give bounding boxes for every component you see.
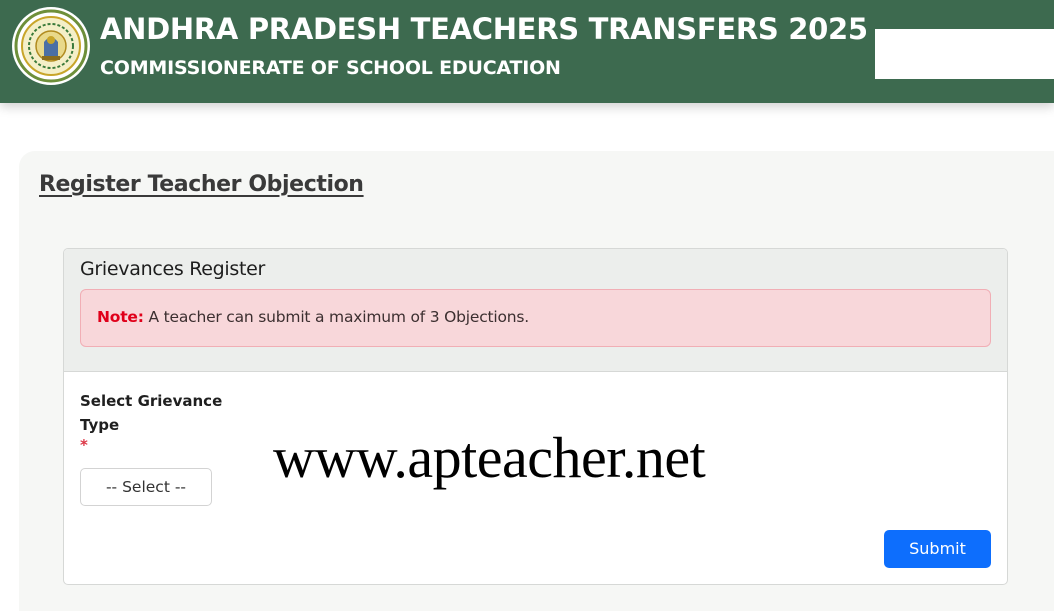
page-title: Register Teacher Objection <box>39 172 364 197</box>
alert-text: Note: A teacher can submit a maximum of … <box>97 308 529 326</box>
ap-state-emblem-icon <box>12 7 90 85</box>
app-header: ANDHRA PRADESH TEACHERS TRANSFERS 2025 C… <box>0 0 1054 103</box>
alert-note-label: Note: <box>97 308 144 326</box>
grievance-type-label: Select Grievance Type <box>80 392 223 434</box>
alert-message: A teacher can submit a maximum of 3 Obje… <box>148 308 530 326</box>
submit-button[interactable]: Submit <box>884 530 991 568</box>
required-marker: * <box>80 436 88 454</box>
note-alert: Note: A teacher can submit a maximum of … <box>80 289 991 347</box>
header-blank-area <box>875 29 1054 79</box>
panel-title: Grievances Register <box>80 258 266 280</box>
panel-header: Grievances Register Note: A teacher can … <box>64 249 1007 372</box>
app-subtitle: COMMISSIONERATE OF SCHOOL EDUCATION <box>100 57 561 79</box>
app-title: ANDHRA PRADESH TEACHERS TRANSFERS 2025 <box>100 12 868 46</box>
watermark-text: www.apteacher.net <box>273 425 706 490</box>
grievance-panel: Grievances Register Note: A teacher can … <box>63 248 1008 585</box>
grievance-type-select[interactable]: -- Select -- <box>80 468 212 506</box>
